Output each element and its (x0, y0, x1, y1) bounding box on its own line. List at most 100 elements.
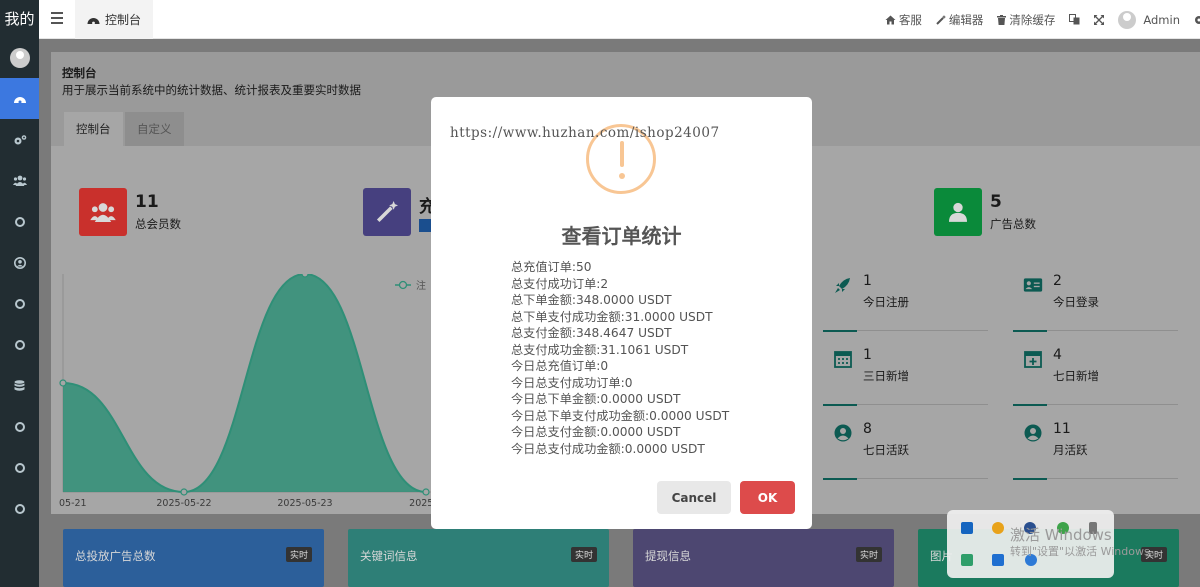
sidebar-item-user[interactable] (0, 242, 39, 283)
sidebar-item-database[interactable] (0, 365, 39, 406)
id-card-icon (1023, 278, 1043, 292)
ok-button[interactable]: OK (740, 481, 795, 514)
mini-stat-three-day: 1 三日新增 (823, 345, 988, 406)
mini-label: 月活跃 (1053, 443, 1088, 457)
status-badge: 实时 (570, 547, 597, 562)
data-point[interactable] (301, 274, 309, 278)
activate-windows-subtitle: 转到"设置"以激活 Windows。 (1010, 545, 1161, 558)
magic-wand-icon (936, 14, 946, 25)
mini-value: 4 (1053, 347, 1062, 363)
stat-line: 今日总支付成功金额:0.0000 USDT (511, 441, 705, 456)
mini-stat-monthly-active: 11 月活跃 (1013, 419, 1178, 480)
card-withdrawal: 提现信息 实时 (633, 529, 894, 587)
sidebar: 我的 (0, 0, 39, 587)
page-description: 用于展示当前系统中的统计数据、统计报表及重要实时数据 (62, 83, 361, 97)
x-tick-label: 05-21 (59, 498, 87, 509)
fullscreen-button[interactable] (1094, 14, 1105, 25)
support-link[interactable]: 客服 (885, 12, 922, 28)
circle-icon (14, 503, 25, 514)
dashboard-icon (13, 96, 26, 103)
user-menu[interactable]: Admin (1118, 10, 1180, 29)
chrome-icon[interactable] (992, 522, 1004, 534)
card-total-ads: 总投放广告总数 实时 (63, 529, 324, 587)
settings-button[interactable] (1194, 15, 1200, 25)
mini-label: 今日登录 (1053, 295, 1099, 309)
translate-button[interactable] (1069, 14, 1080, 25)
circle-icon (14, 216, 25, 227)
sidebar-avatar[interactable] (0, 38, 39, 78)
mini-stat-today-login: 2 今日登录 (1013, 271, 1178, 332)
stat-label: 广告总数 (990, 217, 1036, 231)
stat-value: 5 (990, 192, 1002, 212)
data-point[interactable] (180, 488, 188, 496)
app-grid-icon[interactable] (961, 554, 973, 566)
mini-value: 1 (863, 347, 872, 363)
fullscreen-icon (1094, 14, 1105, 25)
legend-label: 注 (416, 279, 426, 292)
user-circle-icon (834, 424, 852, 442)
stat-line: 总支付成功金额:31.1061 USDT (511, 342, 689, 357)
data-point[interactable] (59, 379, 67, 387)
page-title: 控制台 (62, 66, 97, 80)
dashboard-icon (87, 17, 100, 24)
clear-cache-link[interactable]: 清除缓存 (997, 12, 1055, 28)
translate-icon (1069, 14, 1080, 25)
cancel-button[interactable]: Cancel (657, 481, 731, 514)
tab-dashboard-panel[interactable]: 控制台 (64, 112, 123, 146)
stat-line: 今日总下单金额:0.0000 USDT (511, 392, 681, 406)
calendar-plus-icon (1024, 351, 1042, 368)
circle-icon (14, 298, 25, 309)
editor-link[interactable]: 编辑器 (936, 12, 983, 28)
tab-dashboard[interactable]: 控制台 (75, 0, 154, 39)
support-label: 客服 (898, 12, 922, 27)
brand-logo[interactable]: 我的 (0, 0, 39, 38)
stat-line: 总下单支付成功金额:31.0000 USDT (511, 309, 713, 324)
trash-icon (997, 14, 1007, 25)
database-icon (14, 379, 25, 391)
app-p-icon[interactable] (961, 522, 973, 534)
stat-label: 总会员数 (135, 217, 181, 231)
stat-line: 今日总支付金额:0.0000 USDT (511, 425, 681, 439)
status-badge: 实时 (855, 547, 882, 562)
watermark-text: https://www.huzhan.com/ishop24007 (450, 125, 720, 141)
mini-stat-today-register: 1 今日注册 (823, 271, 988, 332)
order-stats-dialog: https://www.huzhan.com/ishop24007 查看订单统计… (431, 97, 812, 529)
sidebar-item-4[interactable] (0, 201, 39, 242)
activate-windows-title: 激活 Windows (1010, 526, 1112, 544)
stat-line: 今日总充值订单:0 (511, 359, 609, 373)
user-circle-icon (1024, 424, 1042, 442)
gears-icon (14, 134, 26, 144)
mini-value: 8 (863, 421, 872, 437)
sidebar-item-12[interactable] (0, 488, 39, 529)
sidebar-item-11[interactable] (0, 447, 39, 488)
card-keywords: 关键词信息 实时 (348, 529, 609, 587)
tab-custom[interactable]: 自定义 (125, 112, 184, 146)
sidebar-item-dashboard[interactable] (0, 78, 39, 119)
area-chart: 注 05-212025-05-222025-05-232025-0 (59, 274, 439, 509)
user-name: Admin (1143, 12, 1180, 27)
sidebar-item-6[interactable] (0, 283, 39, 324)
card-title: 关键词信息 (360, 549, 418, 563)
stat-line: 总支付成功订单:2 (511, 276, 609, 291)
stat-total-members: 11 总会员数 (79, 188, 181, 236)
sidebar-item-users[interactable] (0, 160, 39, 201)
user-icon (934, 188, 982, 236)
mini-label: 三日新增 (863, 369, 909, 383)
sidebar-item-7[interactable] (0, 324, 39, 365)
shield-icon[interactable] (992, 554, 1004, 566)
menu-toggle-icon[interactable] (51, 12, 63, 26)
stat-value: 11 (135, 192, 159, 212)
mini-value: 11 (1053, 421, 1071, 437)
sidebar-item-10[interactable] (0, 406, 39, 447)
mini-stat-seven-day: 4 七日新增 (1013, 345, 1178, 406)
sidebar-item-settings[interactable] (0, 119, 39, 160)
users-icon (79, 188, 127, 236)
data-point[interactable] (422, 488, 430, 496)
tab-label: 控制台 (105, 13, 142, 27)
x-tick-label: 2025-05-23 (277, 498, 332, 509)
topbar: 控制台 客服 编辑器 清除缓存 Admin (39, 0, 1200, 39)
mini-value: 1 (863, 273, 872, 289)
stat-line: 总支付金额:348.4647 USDT (511, 326, 672, 340)
calendar-icon (834, 351, 852, 368)
circle-icon (14, 462, 25, 473)
